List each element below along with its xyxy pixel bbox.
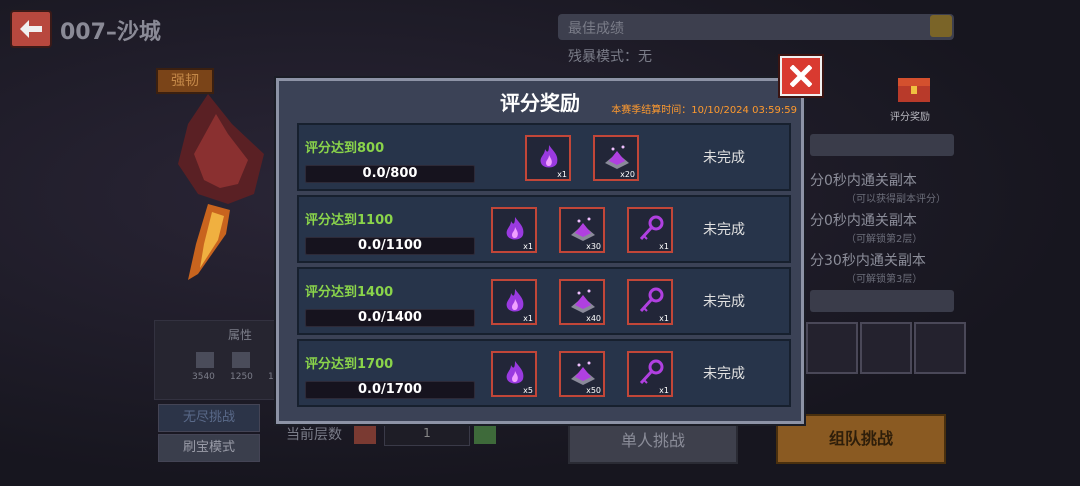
reward-row: 评分达到1100 0.0/1100 x1 x30 x1 未完成: [297, 195, 791, 263]
score-progress-bar: 0.0/1700: [305, 381, 475, 399]
item-quantity: x5: [523, 386, 533, 395]
purple-crystal-pile-icon: [571, 361, 595, 385]
purple-flame-icon: [506, 361, 524, 384]
item-quantity: x20: [620, 170, 635, 179]
best-score-label: 最佳成绩: [568, 21, 624, 37]
item-quantity: x1: [557, 170, 567, 179]
reward-item[interactable]: x50: [559, 351, 605, 397]
reward-item[interactable]: x40: [559, 279, 605, 325]
task-title: 分30秒内通关副本: [810, 253, 926, 269]
dragon-hero-icon: [178, 94, 264, 280]
reward-row: 评分达到1400 0.0/1400 x1 x40 x1 未完成: [297, 267, 791, 335]
floor-plus-button[interactable]: [474, 424, 496, 444]
info-icon[interactable]: [930, 15, 952, 37]
reward-item[interactable]: x1: [627, 279, 673, 325]
item-quantity: x40: [586, 314, 601, 323]
task-title: 分0秒内通关副本: [810, 173, 917, 189]
reward-threshold-label: 评分达到1700: [305, 357, 394, 372]
purple-crystal-pile-icon: [605, 145, 629, 169]
score-reward-modal: 评分奖励 本赛季结算时间：10/10/2024 03:59:59 评分达到800…: [276, 78, 804, 424]
reward-item[interactable]: x30: [559, 207, 605, 253]
boss-portrait-slot[interactable]: [914, 322, 966, 374]
task-title: 分0秒内通关副本: [810, 213, 917, 229]
level-title: 007–沙城: [60, 20, 161, 45]
reward-row: 评分达到800 0.0/800 x1 x20 未完成: [297, 123, 791, 191]
attribute-title: 属性: [228, 328, 253, 342]
reward-row: 评分达到1700 0.0/1700 x5 x50 x1 未完成: [297, 339, 791, 407]
attribute-panel: [154, 320, 284, 400]
reward-status: 未完成: [703, 294, 745, 310]
health-icon: [232, 352, 250, 368]
floor-label: 当前层数: [286, 427, 342, 443]
task-subtitle: （可解锁第3层）: [846, 274, 923, 285]
item-quantity: x1: [523, 314, 533, 323]
boss-portrait-slot[interactable]: [806, 322, 858, 374]
purple-flame-icon: [506, 217, 524, 240]
purple-key-icon: [639, 287, 664, 313]
reward-status: 未完成: [703, 150, 745, 166]
item-quantity: x50: [586, 386, 601, 395]
score-progress-bar: 0.0/1400: [305, 309, 475, 327]
boss-portrait-slot[interactable]: [860, 322, 912, 374]
purple-key-icon: [639, 359, 664, 385]
season-settle-time: 本赛季结算时间：10/10/2024 03:59:59: [611, 105, 797, 116]
reward-item[interactable]: x1: [491, 279, 537, 325]
purple-flame-icon: [506, 289, 524, 312]
reward-threshold-label: 评分达到800: [305, 141, 385, 156]
purple-crystal-pile-icon: [571, 289, 595, 313]
task-subtitle: （可以获得副本评分）: [846, 194, 946, 205]
reward-threshold-label: 评分达到1100: [305, 213, 394, 228]
boss-header-bar: [810, 290, 954, 312]
purple-flame-icon: [540, 145, 558, 168]
reward-item[interactable]: x1: [525, 135, 571, 181]
arrow-left-icon: [20, 20, 42, 38]
reward-item[interactable]: x20: [593, 135, 639, 181]
item-quantity: x1: [659, 386, 669, 395]
treasure-chest-icon[interactable]: [896, 74, 932, 104]
item-quantity: x1: [659, 242, 669, 251]
treasure-mode-button[interactable]: 刷宝模式: [158, 434, 260, 462]
reward-item[interactable]: x1: [627, 351, 673, 397]
close-icon: [790, 65, 812, 87]
score-reward-entry-label[interactable]: 评分奖励: [890, 108, 930, 123]
reward-threshold-label: 评分达到1400: [305, 285, 394, 300]
score-progress-bar: 0.0/800: [305, 165, 475, 183]
back-button[interactable]: [10, 10, 52, 48]
item-quantity: x1: [523, 242, 533, 251]
task-subtitle: （可解锁第2层）: [846, 234, 923, 245]
item-quantity: x30: [586, 242, 601, 251]
score-progress-bar: 0.0/1100: [305, 237, 475, 255]
purple-crystal-pile-icon: [571, 217, 595, 241]
reward-status: 未完成: [703, 366, 745, 382]
reward-status: 未完成: [703, 222, 745, 238]
reward-item[interactable]: x1: [491, 207, 537, 253]
defense-icon: [196, 352, 214, 368]
reward-item[interactable]: x5: [491, 351, 537, 397]
attribute-value: 1: [268, 372, 274, 382]
floor-minus-button[interactable]: [354, 424, 376, 444]
brutal-mode-label: 残暴模式：无: [568, 49, 652, 65]
task-header-bar: [810, 134, 954, 156]
close-button[interactable]: [780, 56, 822, 96]
attribute-value: 1250: [230, 372, 253, 382]
attribute-value: 3540: [192, 372, 215, 382]
endless-challenge-button[interactable]: 无尽挑战: [158, 404, 260, 432]
purple-key-icon: [639, 215, 664, 241]
solo-challenge-button[interactable]: 单人挑战: [568, 418, 738, 464]
reward-item[interactable]: x1: [627, 207, 673, 253]
item-quantity: x1: [659, 314, 669, 323]
